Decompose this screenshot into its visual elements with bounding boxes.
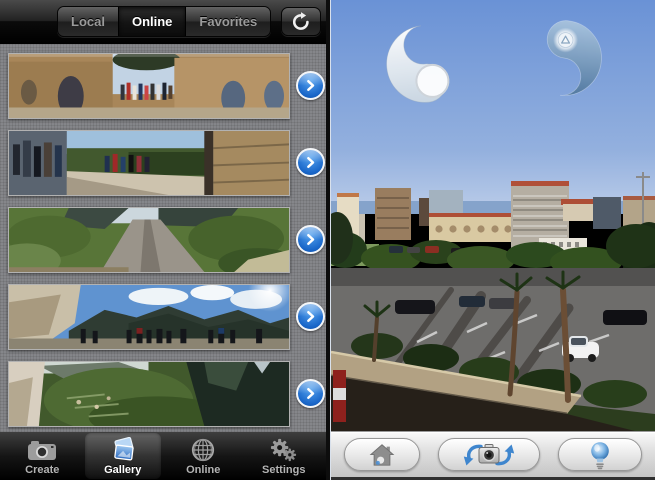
- camera-app-screen: [330, 0, 655, 480]
- panorama-row: [0, 201, 326, 278]
- pano-align-marker-left: [385, 18, 465, 110]
- globe-icon: [190, 437, 216, 463]
- disclosure-button[interactable]: [296, 302, 325, 331]
- disclosure-button[interactable]: [296, 225, 325, 254]
- photos-icon: [108, 437, 138, 463]
- screen: Local Online Favorites: [0, 0, 655, 480]
- chevron-right-icon: [302, 308, 319, 325]
- gears-icon: [270, 437, 297, 463]
- target-circle-icon: [553, 28, 578, 53]
- home-icon: [367, 442, 397, 468]
- tab-create[interactable]: Create: [4, 433, 81, 479]
- lightbulb-icon: [589, 440, 611, 470]
- tab-online[interactable]: Online: [165, 433, 242, 479]
- segment-online[interactable]: Online: [118, 7, 185, 36]
- panorama-row: [0, 47, 326, 124]
- tab-label: Gallery: [104, 464, 141, 476]
- panorama-thumbnail[interactable]: [8, 130, 290, 196]
- panorama-thumbnail[interactable]: [8, 361, 290, 427]
- panorama-thumbnail[interactable]: [8, 284, 290, 350]
- segment-local[interactable]: Local: [58, 7, 118, 36]
- panorama-thumbnail[interactable]: [8, 53, 290, 119]
- panorama-row: [0, 278, 326, 355]
- disclosure-button[interactable]: [296, 379, 325, 408]
- tab-settings[interactable]: Settings: [246, 433, 323, 479]
- home-button[interactable]: [344, 438, 420, 471]
- help-button[interactable]: [558, 438, 642, 471]
- panorama-thumbnail[interactable]: [8, 207, 290, 273]
- tab-bar: Create Gallery: [0, 432, 326, 480]
- chevron-right-icon: [302, 385, 319, 402]
- chevron-right-icon: [302, 231, 319, 248]
- gallery-app-screen: Local Online Favorites: [0, 0, 326, 480]
- segment-favorites[interactable]: Favorites: [185, 7, 270, 36]
- chevron-right-icon: [302, 77, 319, 94]
- disclosure-button[interactable]: [296, 148, 325, 177]
- panorama-camera-icon: [460, 440, 518, 470]
- refresh-button[interactable]: [281, 7, 321, 36]
- chevron-right-icon: [302, 154, 319, 171]
- tab-label: Create: [25, 464, 59, 476]
- tab-label: Online: [186, 464, 220, 476]
- camera-viewfinder-photo: [331, 0, 655, 480]
- panorama-row: [0, 124, 326, 201]
- source-segmented-control: Local Online Favorites: [57, 6, 271, 37]
- tab-gallery[interactable]: Gallery: [85, 433, 162, 479]
- camera-toolbar: [331, 431, 655, 480]
- panorama-capture-button[interactable]: [438, 438, 540, 471]
- refresh-icon: [290, 11, 312, 33]
- panorama-row: [0, 355, 326, 432]
- pano-align-marker-right: [525, 11, 603, 105]
- tab-label: Settings: [262, 464, 305, 476]
- camera-icon: [27, 437, 57, 463]
- disclosure-button[interactable]: [296, 71, 325, 100]
- panorama-list: [0, 44, 326, 432]
- top-toolbar: Local Online Favorites: [0, 0, 326, 44]
